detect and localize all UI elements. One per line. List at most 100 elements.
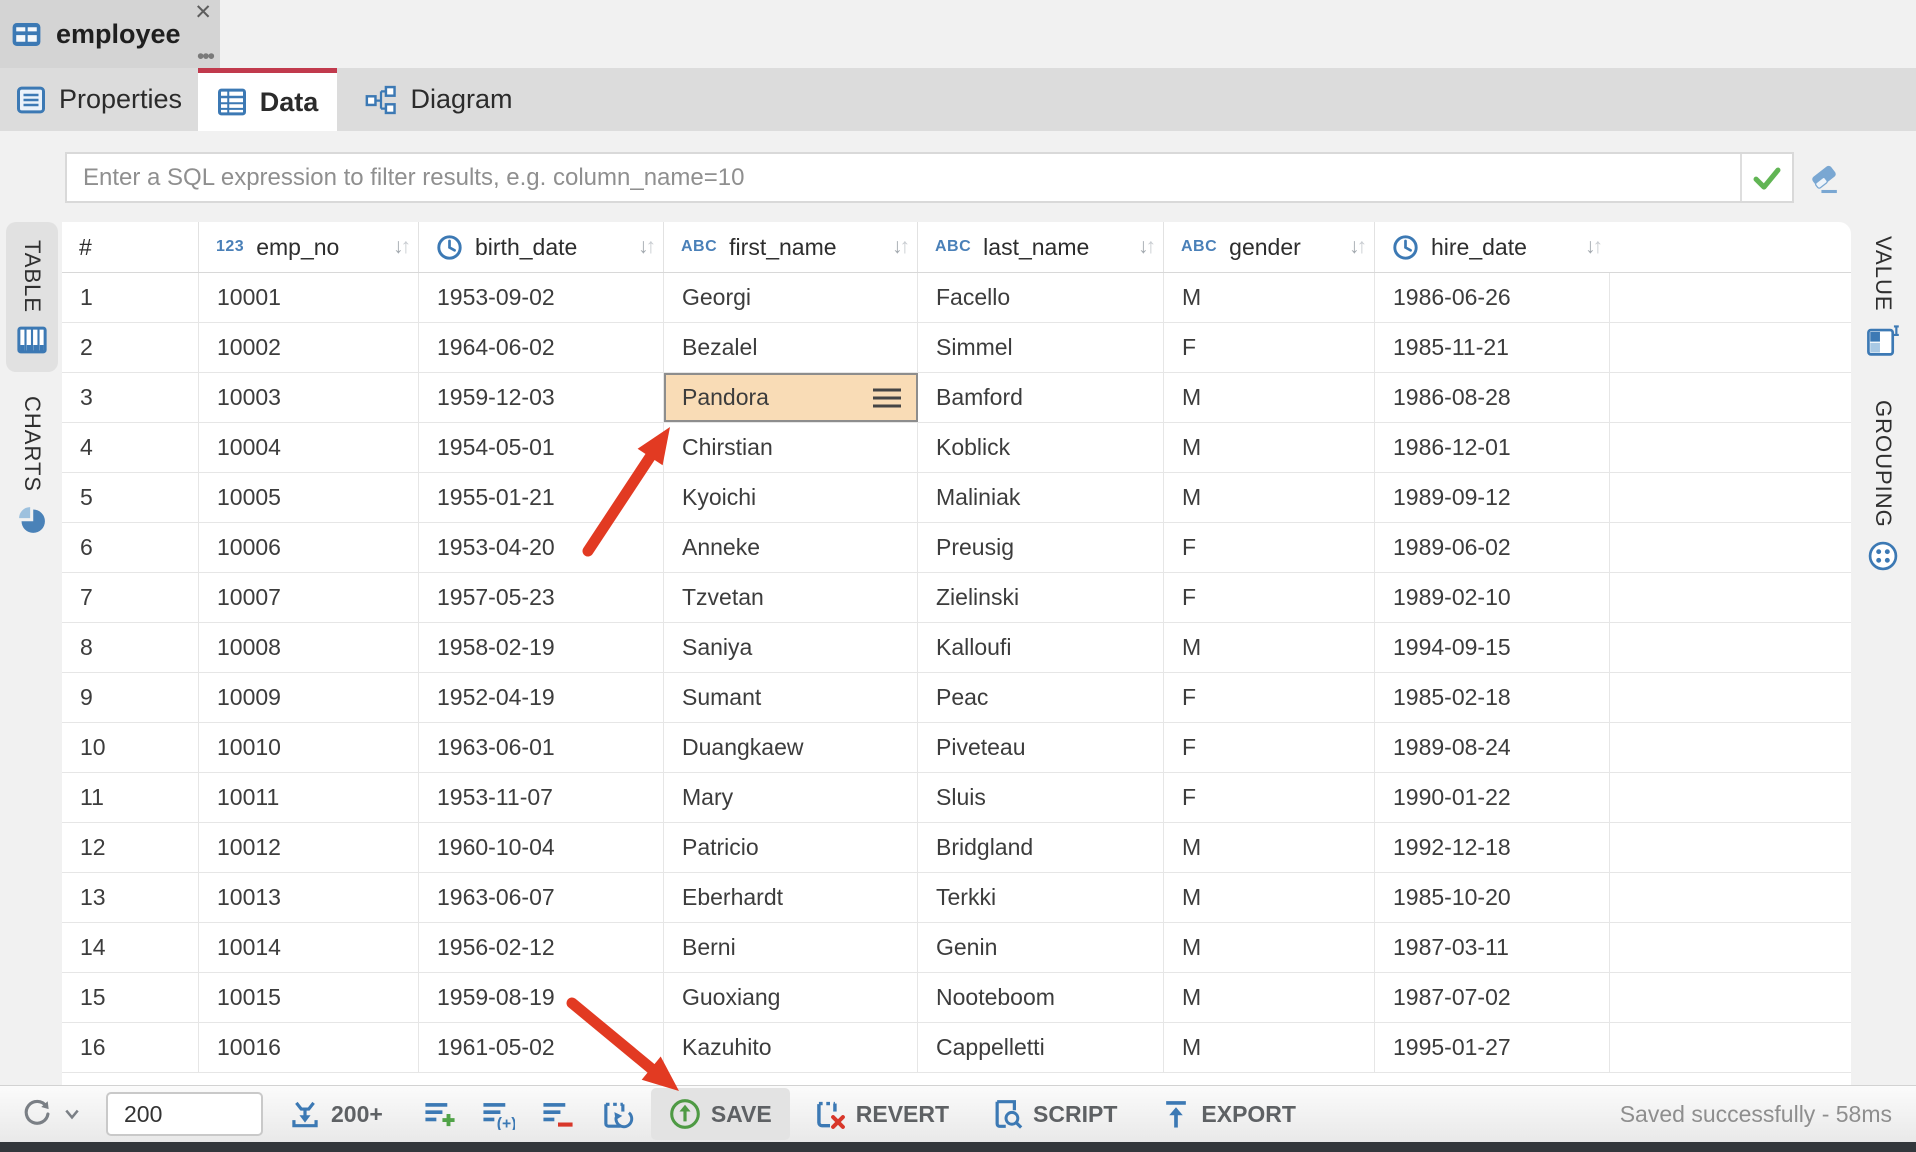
data-cell-first_name[interactable]: Sumant <box>664 673 918 722</box>
row-number-cell[interactable]: 3 <box>62 373 199 422</box>
refresh-button[interactable] <box>20 1097 80 1131</box>
data-cell-last_name[interactable]: Piveteau <box>918 723 1164 772</box>
data-cell-emp_no[interactable]: 10011 <box>199 773 419 822</box>
tab-data[interactable]: Data <box>198 68 337 131</box>
data-cell-first_name[interactable]: Guoxiang <box>664 973 918 1022</box>
data-cell-gender[interactable]: F <box>1164 573 1375 622</box>
data-cell-emp_no[interactable]: 10015 <box>199 973 419 1022</box>
row-number-cell[interactable]: 1 <box>62 273 199 322</box>
data-cell-emp_no[interactable]: 10007 <box>199 573 419 622</box>
data-cell-birth_date[interactable]: 1959-12-03 <box>419 373 664 422</box>
data-cell-hire_date[interactable]: 1987-07-02 <box>1375 973 1610 1022</box>
data-cell-emp_no[interactable]: 10014 <box>199 923 419 972</box>
row-number-cell[interactable]: 13 <box>62 873 199 922</box>
data-cell-birth_date[interactable]: 1961-05-02 <box>419 1023 664 1072</box>
data-cell-birth_date[interactable]: 1960-10-04 <box>419 823 664 872</box>
data-cell-hire_date[interactable]: 1986-06-26 <box>1375 273 1610 322</box>
apply-filter-button[interactable] <box>1742 154 1792 201</box>
tab-overflow-icon[interactable]: ••• <box>197 48 213 66</box>
panel-tab-grouping[interactable]: GROUPING <box>1853 390 1913 582</box>
column-header-birth_date[interactable]: birth_date ↓↑ <box>419 222 664 272</box>
data-cell-emp_no[interactable]: 10016 <box>199 1023 419 1072</box>
sort-icon[interactable]: ↓↑ <box>1349 235 1364 259</box>
data-cell-birth_date[interactable]: 1954-05-01 <box>419 423 664 472</box>
data-cell-gender[interactable]: M <box>1164 1023 1375 1072</box>
data-cell-hire_date[interactable]: 1989-08-24 <box>1375 723 1610 772</box>
column-header-last_name[interactable]: ABC last_name ↓↑ <box>918 222 1164 272</box>
sort-icon[interactable]: ↓↑ <box>1585 235 1600 259</box>
row-number-cell[interactable]: 2 <box>62 323 199 372</box>
column-header-gender[interactable]: ABC gender ↓↑ <box>1164 222 1375 272</box>
data-cell-gender[interactable]: F <box>1164 773 1375 822</box>
data-cell-gender[interactable]: M <box>1164 823 1375 872</box>
data-cell-last_name[interactable]: Kalloufi <box>918 623 1164 672</box>
data-cell-first_name[interactable]: Chirstian <box>664 423 918 472</box>
data-cell-emp_no[interactable]: 10002 <box>199 323 419 372</box>
data-cell-first_name[interactable]: Kyoichi <box>664 473 918 522</box>
data-cell-birth_date[interactable]: 1957-05-23 <box>419 573 664 622</box>
data-cell-hire_date[interactable]: 1989-06-02 <box>1375 523 1610 572</box>
data-cell-hire_date[interactable]: 1994-09-15 <box>1375 623 1610 672</box>
data-cell-gender[interactable]: M <box>1164 923 1375 972</box>
data-cell-hire_date[interactable]: 1995-01-27 <box>1375 1023 1610 1072</box>
row-limit-input[interactable] <box>106 1092 263 1136</box>
data-cell-hire_date[interactable]: 1986-08-28 <box>1375 373 1610 422</box>
editor-tab-employee[interactable]: employee ✕ ••• <box>0 0 220 68</box>
data-cell-last_name[interactable]: Genin <box>918 923 1164 972</box>
row-number-cell[interactable]: 10 <box>62 723 199 772</box>
data-cell-first_name[interactable]: Anneke <box>664 523 918 572</box>
data-cell-gender[interactable]: M <box>1164 373 1375 422</box>
sql-filter-input[interactable] <box>67 154 1740 201</box>
data-cell-first_name[interactable]: Berni <box>664 923 918 972</box>
data-cell-gender[interactable]: F <box>1164 673 1375 722</box>
data-cell-birth_date[interactable]: 1953-09-02 <box>419 273 664 322</box>
data-cell-first_name[interactable]: Bezalel <box>664 323 918 372</box>
data-cell-last_name[interactable]: Facello <box>918 273 1164 322</box>
data-cell-birth_date[interactable]: 1953-11-07 <box>419 773 664 822</box>
row-number-cell[interactable]: 4 <box>62 423 199 472</box>
cell-menu-icon[interactable] <box>873 388 901 407</box>
duplicate-row-button[interactable]: (+) <box>481 1098 515 1130</box>
data-cell-last_name[interactable]: Nooteboom <box>918 973 1164 1022</box>
panel-tab-value[interactable]: VALUE <box>1853 226 1913 368</box>
row-number-cell[interactable]: 11 <box>62 773 199 822</box>
data-cell-gender[interactable]: M <box>1164 873 1375 922</box>
data-cell-first_name[interactable]: Eberhardt <box>664 873 918 922</box>
data-cell-last_name[interactable]: Peac <box>918 673 1164 722</box>
data-cell-emp_no[interactable]: 10001 <box>199 273 419 322</box>
tab-properties[interactable]: Properties <box>0 68 198 131</box>
data-cell-emp_no[interactable]: 10005 <box>199 473 419 522</box>
data-cell-last_name[interactable]: Bridgland <box>918 823 1164 872</box>
add-row-button[interactable] <box>423 1098 457 1130</box>
data-cell-emp_no[interactable]: 10013 <box>199 873 419 922</box>
data-cell-hire_date[interactable]: 1989-02-10 <box>1375 573 1610 622</box>
sort-icon[interactable]: ↓↑ <box>638 235 653 259</box>
sort-icon[interactable]: ↓↑ <box>892 235 907 259</box>
export-button[interactable]: EXPORT <box>1161 1098 1296 1130</box>
data-cell-first_name[interactable]: Tzvetan <box>664 573 918 622</box>
data-cell-hire_date[interactable]: 1990-01-22 <box>1375 773 1610 822</box>
data-cell-emp_no[interactable]: 10008 <box>199 623 419 672</box>
data-cell-first_name[interactable]: Saniya <box>664 623 918 672</box>
data-cell-hire_date[interactable]: 1985-11-21 <box>1375 323 1610 372</box>
data-cell-emp_no[interactable]: 10012 <box>199 823 419 872</box>
data-cell-birth_date[interactable]: 1952-04-19 <box>419 673 664 722</box>
data-cell-hire_date[interactable]: 1986-12-01 <box>1375 423 1610 472</box>
row-number-cell[interactable]: 15 <box>62 973 199 1022</box>
data-cell-gender[interactable]: M <box>1164 623 1375 672</box>
column-header-hire_date[interactable]: hire_date ↓↑ <box>1375 222 1610 272</box>
sort-icon[interactable]: ↓↑ <box>1138 235 1153 259</box>
presentation-tab-charts[interactable]: CHARTS <box>6 385 58 547</box>
presentation-tab-table[interactable]: TABLE <box>6 222 58 372</box>
data-cell-gender[interactable]: M <box>1164 423 1375 472</box>
row-number-cell[interactable]: 12 <box>62 823 199 872</box>
data-cell-birth_date[interactable]: 1963-06-07 <box>419 873 664 922</box>
row-number-cell[interactable]: 5 <box>62 473 199 522</box>
column-header-rownum[interactable]: # <box>62 222 199 272</box>
data-cell-gender[interactable]: M <box>1164 273 1375 322</box>
data-cell-first_name[interactable]: Patricio <box>664 823 918 872</box>
data-cell-emp_no[interactable]: 10003 <box>199 373 419 422</box>
save-button[interactable]: SAVE <box>651 1088 790 1140</box>
data-cell-hire_date[interactable]: 1989-09-12 <box>1375 473 1610 522</box>
data-cell-first_name[interactable]: Kazuhito <box>664 1023 918 1072</box>
